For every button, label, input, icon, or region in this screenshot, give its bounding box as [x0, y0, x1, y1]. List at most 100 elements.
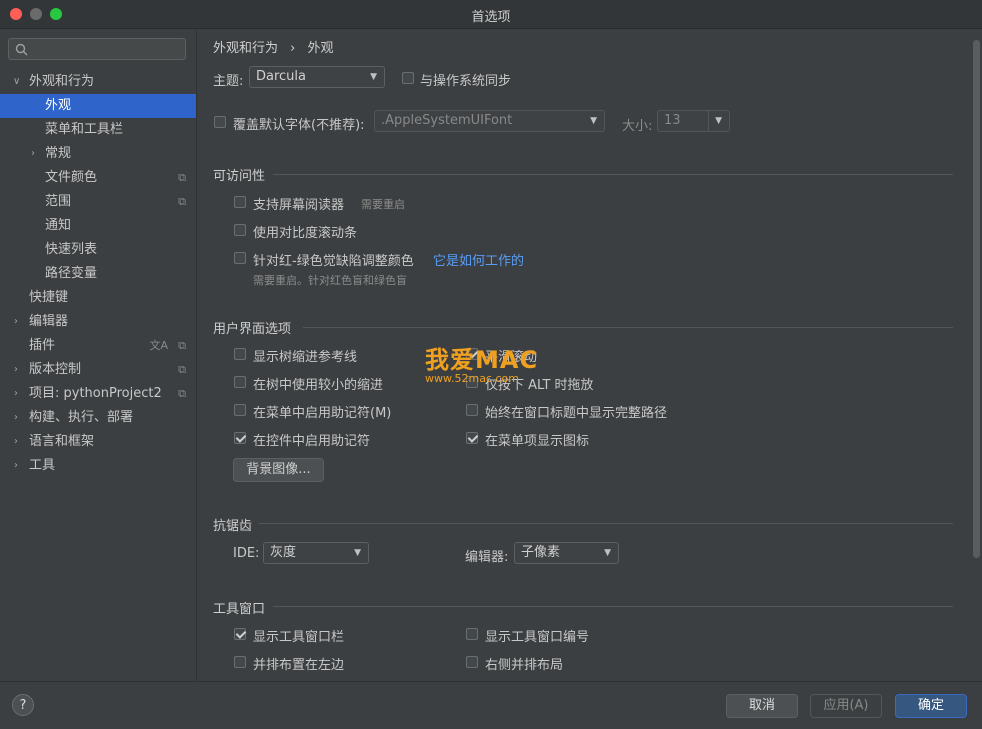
project-scope-icon: ⧉ — [178, 363, 186, 376]
sidebar-item-languages[interactable]: › 语言和框架 — [0, 430, 196, 454]
caret-down-icon: ▼ — [354, 548, 361, 558]
full-path-title-checkbox[interactable] — [466, 404, 478, 416]
settings-search[interactable] — [8, 38, 186, 60]
dialog-footer: ? 取消 应用(A) 确定 — [0, 681, 982, 729]
settings-content: 外观和行为 › 外观 主题: Darcula ▼ 与操作系统同步 覆盖默认字体(… — [197, 29, 982, 681]
control-mnemonics-label: 在控件中启用助记符 — [253, 434, 371, 449]
project-scope-icon: ⧉ — [178, 339, 186, 352]
sidebar-item-label: 通知 — [45, 218, 72, 233]
window-title: 首选项 — [471, 10, 511, 25]
chevron-right-icon[interactable]: › — [14, 430, 18, 454]
screen-reader-hint: 需要重启 — [361, 198, 405, 211]
sidebar-item-editor[interactable]: › 编辑器 — [0, 310, 196, 334]
sidebar-item-keymap[interactable]: 快捷键 — [0, 286, 196, 310]
translate-icon: 文A — [149, 339, 168, 352]
menu-mnemonics-checkbox[interactable] — [234, 404, 246, 416]
sidebar-item-menus-toolbars[interactable]: 菜单和工具栏 — [0, 118, 196, 142]
font-value: .AppleSystemUIFont — [381, 113, 513, 128]
sidebar-item-quick-lists[interactable]: 快速列表 — [0, 238, 196, 262]
cancel-button[interactable]: 取消 — [726, 694, 798, 718]
breadcrumb-separator: › — [290, 41, 296, 56]
settings-search-input[interactable] — [33, 40, 185, 60]
how-it-works-link[interactable]: 它是如何工作的 — [433, 250, 524, 269]
font-dropdown[interactable]: .AppleSystemUIFont ▼ — [374, 110, 605, 132]
show-tool-window-bars-checkbox[interactable] — [234, 628, 246, 640]
sidebar-item-plugins[interactable]: 插件 文A ⧉ — [0, 334, 196, 358]
sidebar-item-notifications[interactable]: 通知 — [0, 214, 196, 238]
color-deficiency-hint: 需要重启。针对红色盲和绿色盲 — [253, 274, 407, 287]
background-image-button[interactable]: 背景图像... — [233, 458, 324, 482]
sidebar-item-build-execution[interactable]: › 构建、执行、部署 — [0, 406, 196, 430]
sidebar-item-project[interactable]: › 项目: pythonProject2 ⧉ — [0, 382, 196, 406]
font-size-combo[interactable]: 13 ▼ — [657, 110, 730, 132]
apply-button[interactable]: 应用(A) — [810, 694, 882, 718]
editor-aa-dropdown[interactable]: 子像素 ▼ — [514, 542, 619, 564]
font-size-value: 13 — [664, 113, 681, 128]
ide-aa-value: 灰度 — [270, 545, 297, 560]
theme-label: 主题: — [213, 74, 244, 89]
full-path-title-label: 始终在窗口标题中显示完整路径 — [485, 406, 668, 421]
ui-options-section-title: 用户界面选项 — [213, 322, 292, 337]
sync-os-checkbox[interactable] — [402, 72, 414, 84]
sidebar-item-label: 范围 — [45, 194, 72, 209]
screen-reader-label: 支持屏幕阅读器 — [253, 198, 345, 213]
sidebar-item-label: 外观 — [45, 98, 72, 113]
chevron-right-icon[interactable]: › — [14, 454, 18, 478]
menu-icons-checkbox[interactable] — [466, 432, 478, 444]
sidebar-item-version-control[interactable]: › 版本控制 ⧉ — [0, 358, 196, 382]
caret-down-icon: ▼ — [604, 548, 611, 558]
color-deficiency-checkbox[interactable] — [234, 252, 246, 264]
sidebar-item-path-variables[interactable]: 路径变量 — [0, 262, 196, 286]
screen-reader-checkbox[interactable] — [234, 196, 246, 208]
compact-tree-indent-label: 在树中使用较小的缩进 — [253, 378, 384, 393]
sidebar-item-appearance[interactable]: 外观 — [0, 94, 196, 118]
override-font-checkbox[interactable] — [214, 116, 226, 128]
chevron-right-icon[interactable]: › — [14, 382, 18, 406]
control-mnemonics-checkbox[interactable] — [234, 432, 246, 444]
show-tool-window-numbers-checkbox[interactable] — [466, 628, 478, 640]
side-by-side-left-checkbox[interactable] — [234, 656, 246, 668]
tree-indent-guides-checkbox[interactable] — [234, 348, 246, 360]
section-divider — [273, 606, 953, 607]
help-button[interactable]: ? — [12, 694, 34, 716]
sidebar-item-label: 构建、执行、部署 — [29, 410, 134, 425]
sidebar-item-scopes[interactable]: 范围 ⧉ — [0, 190, 196, 214]
editor-aa-value: 子像素 — [521, 545, 561, 560]
sidebar-item-label: 项目: pythonProject2 — [29, 386, 162, 401]
color-deficiency-label: 针对红-绿色觉缺陷调整颜色 — [253, 254, 414, 269]
chevron-right-icon[interactable]: › — [14, 358, 18, 382]
chevron-right-icon[interactable]: › — [31, 142, 35, 166]
section-divider — [259, 523, 953, 524]
combo-separator — [708, 111, 709, 131]
chevron-right-icon[interactable]: › — [14, 310, 18, 334]
theme-dropdown[interactable]: Darcula ▼ — [249, 66, 385, 88]
content-scrollbar[interactable] — [973, 40, 980, 558]
sidebar-item-general[interactable]: › 常规 — [0, 142, 196, 166]
sidebar-item-file-colors[interactable]: 文件颜色 ⧉ — [0, 166, 196, 190]
sidebar-item-label: 常规 — [45, 146, 72, 161]
sidebar-item-appearance-behavior[interactable]: ∨ 外观和行为 — [0, 70, 196, 94]
side-by-side-right-checkbox[interactable] — [466, 656, 478, 668]
contrast-scrollbar-checkbox[interactable] — [234, 224, 246, 236]
compact-tree-indent-checkbox[interactable] — [234, 376, 246, 388]
sidebar-item-label: 语言和框架 — [29, 434, 95, 449]
caret-down-icon: ▼ — [715, 116, 722, 126]
caret-down-icon: ▼ — [370, 72, 377, 82]
breadcrumb-current: 外观 — [307, 41, 334, 56]
ide-aa-dropdown[interactable]: 灰度 ▼ — [263, 542, 369, 564]
chevron-right-icon[interactable]: › — [14, 406, 18, 430]
section-divider — [303, 327, 953, 328]
editor-aa-label: 编辑器: — [465, 550, 509, 565]
chevron-down-icon[interactable]: ∨ — [13, 70, 20, 94]
settings-sidebar: ∨ 外观和行为 外观 菜单和工具栏 › 常规 文件颜色 ⧉ 范围 ⧉ 通知 快速… — [0, 29, 197, 681]
sidebar-item-tools[interactable]: › 工具 — [0, 454, 196, 478]
breadcrumb: 外观和行为 › 外观 — [213, 37, 334, 56]
project-scope-icon: ⧉ — [178, 387, 186, 400]
accessibility-section-title: 可访问性 — [213, 169, 266, 184]
menu-icons-label: 在菜单项显示图标 — [485, 434, 590, 449]
breadcrumb-parent[interactable]: 外观和行为 — [213, 41, 278, 56]
sync-os-label: 与操作系统同步 — [420, 74, 512, 89]
antialiasing-section-title: 抗锯齿 — [213, 519, 253, 534]
ok-button[interactable]: 确定 — [895, 694, 967, 718]
sidebar-item-label: 插件 — [29, 338, 56, 353]
